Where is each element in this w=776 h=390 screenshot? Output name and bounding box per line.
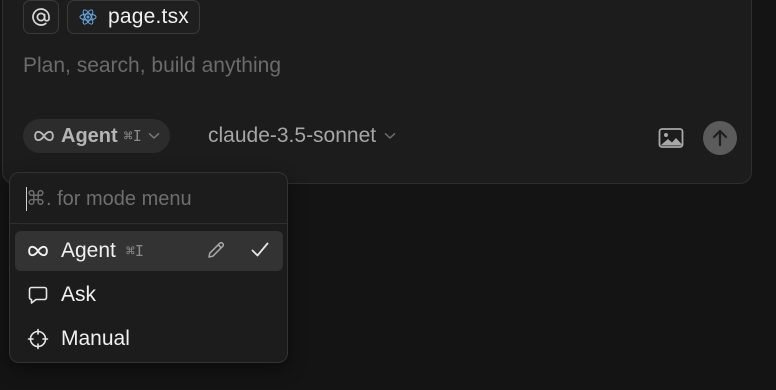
menu-item-label: Manual bbox=[61, 327, 130, 350]
menu-item-ask[interactable]: Ask bbox=[15, 275, 283, 315]
model-label: claude-3.5-sonnet bbox=[208, 124, 377, 147]
chevron-down-icon bbox=[148, 133, 159, 139]
chevron-down-icon bbox=[384, 133, 396, 139]
divider bbox=[10, 223, 287, 224]
prompt-input[interactable] bbox=[23, 51, 723, 81]
arrow-up-icon bbox=[712, 129, 728, 147]
menu-item-actions bbox=[205, 239, 271, 261]
file-context-chip[interactable]: page.tsx bbox=[67, 0, 200, 34]
mode-menu-search[interactable] bbox=[26, 185, 276, 213]
file-chip-label: page.tsx bbox=[108, 5, 189, 28]
mode-selector-button[interactable]: Agent ⌘I bbox=[23, 119, 170, 153]
crosshair-icon bbox=[27, 328, 49, 350]
checkmark-icon bbox=[251, 242, 269, 257]
menu-item-manual[interactable]: Manual bbox=[15, 319, 283, 359]
menu-item-label: Ask bbox=[61, 283, 97, 306]
at-icon bbox=[32, 8, 50, 26]
text-caret bbox=[26, 187, 27, 211]
pencil-icon[interactable] bbox=[205, 239, 227, 261]
send-button[interactable] bbox=[703, 121, 737, 155]
attach-image-button[interactable] bbox=[657, 126, 685, 150]
react-icon bbox=[79, 9, 97, 25]
model-selector[interactable]: claude-3.5-sonnet bbox=[208, 119, 396, 153]
image-icon bbox=[658, 128, 684, 148]
menu-item-label: Agent bbox=[61, 239, 116, 262]
mode-pill-label: Agent bbox=[61, 124, 118, 147]
infinity-icon bbox=[28, 245, 48, 257]
menu-item-agent[interactable]: Agent ⌘I bbox=[15, 231, 283, 271]
mode-pill-shortcut: ⌘I bbox=[123, 127, 142, 145]
menu-item-shortcut: ⌘I bbox=[125, 242, 144, 260]
chat-composer: page.tsx Agent ⌘I claude-3.5-sonnet bbox=[2, 0, 752, 184]
infinity-icon bbox=[34, 130, 54, 142]
mode-menu-dropdown: Agent ⌘I Ask Manual bbox=[9, 172, 288, 363]
mention-button[interactable] bbox=[23, 0, 59, 34]
chat-bubble-icon bbox=[28, 286, 48, 304]
